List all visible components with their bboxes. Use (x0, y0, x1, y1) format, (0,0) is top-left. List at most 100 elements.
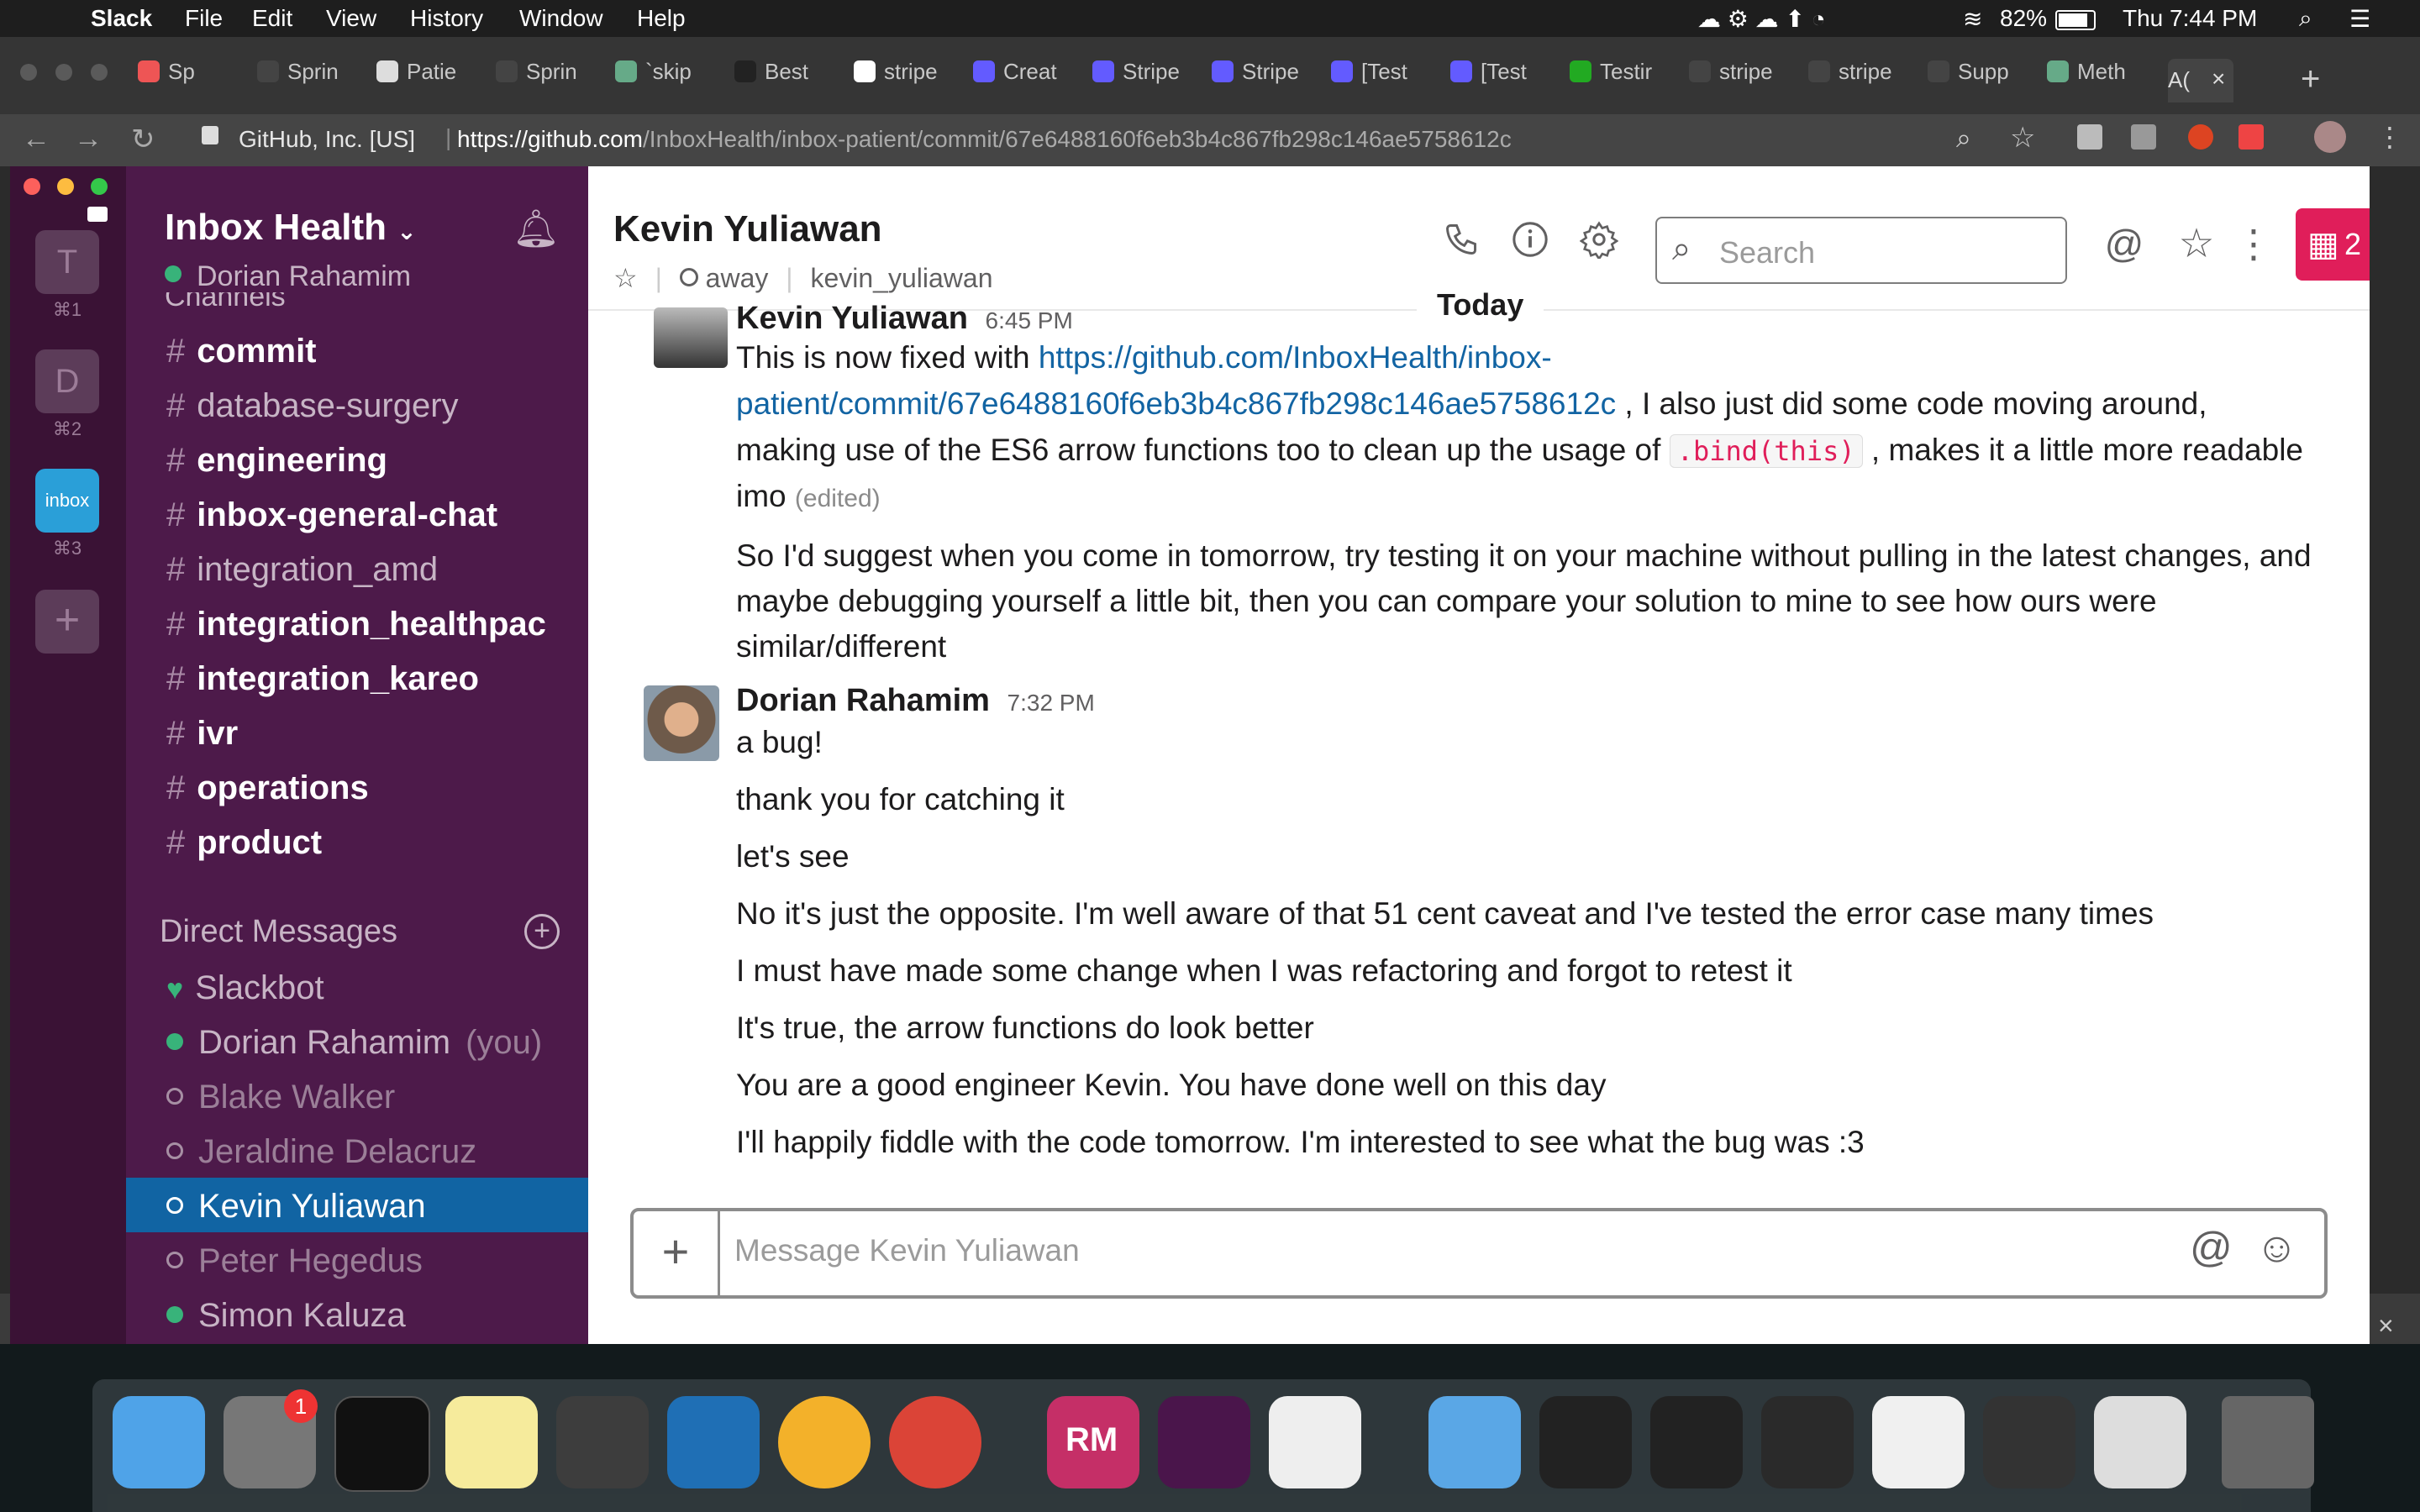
terminal-icon[interactable] (334, 1396, 430, 1492)
close-window-button[interactable] (20, 64, 37, 81)
starred-items-icon[interactable]: ☆ (2173, 220, 2220, 267)
sidebar-item-database-surgery[interactable]: # database-surgery (166, 387, 459, 425)
commit-link[interactable]: https://github.com/InboxHealth/inbox- (1039, 340, 1552, 375)
menu-edit[interactable]: Edit (252, 5, 292, 32)
browser-tab[interactable]: Sprin (257, 59, 366, 102)
call-icon[interactable] (1440, 218, 1482, 260)
browser-tab[interactable]: Stripe (1092, 59, 1202, 102)
slack-icon[interactable] (1158, 1396, 1250, 1488)
sidebar-item-commit[interactable]: # commit (166, 333, 317, 370)
menu-history[interactable]: History (410, 5, 483, 32)
window-thumbnail-icon[interactable] (2094, 1396, 2186, 1488)
gift-notifications-button[interactable]: ▦ 2 (2296, 208, 2370, 281)
channels-header[interactable]: Channels (165, 292, 286, 311)
finder-icon[interactable] (113, 1396, 205, 1488)
back-icon[interactable]: ← (22, 123, 50, 155)
menu-help[interactable]: Help (637, 5, 686, 32)
downloads-folder-icon[interactable] (1428, 1396, 1521, 1488)
menu-view[interactable]: View (326, 5, 376, 32)
extension-drive-icon[interactable] (2077, 124, 2102, 150)
rubymine-icon[interactable]: RM (1047, 1396, 1139, 1488)
menu-file[interactable]: File (185, 5, 223, 32)
mention-icon[interactable]: @ (2190, 1223, 2233, 1272)
browser-tab[interactable]: Patie (376, 59, 486, 102)
spotlight-icon[interactable]: ⌕ (2299, 5, 2312, 33)
notes-icon[interactable] (445, 1396, 538, 1488)
add-dm-icon[interactable]: + (524, 914, 560, 949)
message-input[interactable]: Message Kevin Yuliawan (734, 1233, 1080, 1268)
browser-tab[interactable]: Sp (138, 59, 247, 102)
commit-link[interactable]: patient/commit/67e6488160f6eb3b4c867fb29… (736, 386, 1616, 421)
extension-adblock-icon[interactable] (2188, 124, 2213, 150)
sidebar-item-product[interactable]: # product (166, 824, 322, 862)
site-identity[interactable]: GitHub, Inc. [US] (239, 126, 415, 153)
close-window-button[interactable] (24, 178, 40, 195)
minimize-window-button[interactable] (57, 178, 74, 195)
new-tab-button[interactable]: + (2301, 60, 2320, 98)
sidebar-item-integration_amd[interactable]: # integration_amd (166, 551, 438, 589)
extension-icon[interactable] (2131, 124, 2156, 150)
browser-tab[interactable]: Testir (1570, 59, 1679, 102)
profile-avatar[interactable] (2314, 121, 2346, 153)
sidebar-item-dm[interactable]: Kevin Yuliawan (166, 1188, 426, 1226)
window-thumbnail-icon[interactable] (1983, 1396, 2075, 1488)
gear-icon[interactable] (1578, 218, 1620, 260)
browser-tab[interactable]: stripe (1808, 59, 1918, 102)
sidebar-item-engineering[interactable]: # engineering (166, 442, 387, 480)
sidebar-item-inbox-general-chat[interactable]: # inbox-general-chat (166, 496, 497, 534)
browser-tab[interactable]: Sprin (496, 59, 605, 102)
emoji-icon[interactable]: ☺ (2255, 1223, 2298, 1272)
browser-tab[interactable]: Stripe (1212, 59, 1321, 102)
app-menu[interactable]: Slack (91, 5, 152, 32)
team-icon-inbox[interactable]: inbox (35, 469, 99, 533)
browser-tab[interactable]: `skip (615, 59, 724, 102)
extension-evernote-icon[interactable] (2238, 124, 2264, 150)
browser-tab[interactable]: Best (734, 59, 844, 102)
browser-tab[interactable]: stripe (854, 59, 963, 102)
sublime-text-icon[interactable] (556, 1396, 649, 1488)
sidebar-item-integration_kareo[interactable]: # integration_kareo (166, 660, 479, 698)
browser-tab[interactable]: Supp (1928, 59, 2037, 102)
clock[interactable]: Thu 7:44 PM (2123, 5, 2257, 32)
add-team-button[interactable]: + (35, 590, 99, 654)
sidebar-item-operations[interactable]: # operations (166, 769, 369, 807)
message-timestamp[interactable]: 6:45 PM (986, 307, 1073, 331)
workspace-name[interactable]: Inbox Health ⌄ (165, 207, 417, 249)
team-icon-t[interactable]: T (35, 230, 99, 294)
info-icon[interactable] (1509, 218, 1551, 260)
close-icon[interactable]: × (2378, 1310, 2394, 1341)
browser-menu-icon[interactable]: ⋮ (2376, 121, 2403, 153)
message-author[interactable]: Kevin Yuliawan (736, 301, 968, 331)
vscode-icon[interactable] (667, 1396, 760, 1488)
lock-icon[interactable] (202, 126, 218, 144)
window-thumbnail-icon[interactable] (1650, 1396, 1743, 1488)
team-icon-d[interactable]: D (35, 349, 99, 413)
direct-messages-header[interactable]: Direct Messages (160, 914, 397, 950)
notifications-bell-icon[interactable]: 🔔︎ (513, 207, 560, 250)
browser-tab[interactable]: Meth (2047, 59, 2156, 102)
zoom-window-button[interactable] (91, 64, 108, 81)
chrome-canary-icon[interactable] (778, 1396, 871, 1488)
battery-percent[interactable]: 82% (2000, 5, 2047, 32)
reload-icon[interactable]: ↻ (131, 123, 155, 156)
message-author[interactable]: Dorian Rahamim (736, 683, 990, 718)
attach-plus-button[interactable]: + (634, 1211, 720, 1295)
sidebar-item-dm[interactable]: ♥ Slackbot (166, 969, 324, 1007)
textedit-icon[interactable] (1269, 1396, 1361, 1488)
forward-icon[interactable]: → (74, 123, 103, 155)
wifi-icon[interactable]: ≋ (1963, 5, 1982, 33)
zoom-icon[interactable]: ⌕ (1956, 123, 1971, 155)
sidebar-item-dm[interactable]: Jeraldine Delacruz (166, 1133, 476, 1171)
status-icons[interactable]: ☁ ⚙ ☁ ⬆ ◔ (1697, 5, 1826, 33)
search-input[interactable]: ⌕ Search (1655, 217, 2067, 284)
window-thumbnail-icon[interactable] (1761, 1396, 1854, 1488)
sidebar-item-dm[interactable]: Peter Hegedus (166, 1242, 423, 1280)
browser-tab[interactable]: Creat (973, 59, 1082, 102)
message-timestamp[interactable]: 7:32 PM (1007, 690, 1095, 716)
browser-tab[interactable]: [Test (1450, 59, 1560, 102)
zoom-window-button[interactable] (91, 178, 108, 195)
minimize-window-button[interactable] (55, 64, 72, 81)
sidebar-item-ivr[interactable]: # ivr (166, 715, 238, 753)
window-thumbnail-icon[interactable] (1539, 1396, 1632, 1488)
current-user[interactable]: Dorian Rahamim (165, 260, 411, 293)
